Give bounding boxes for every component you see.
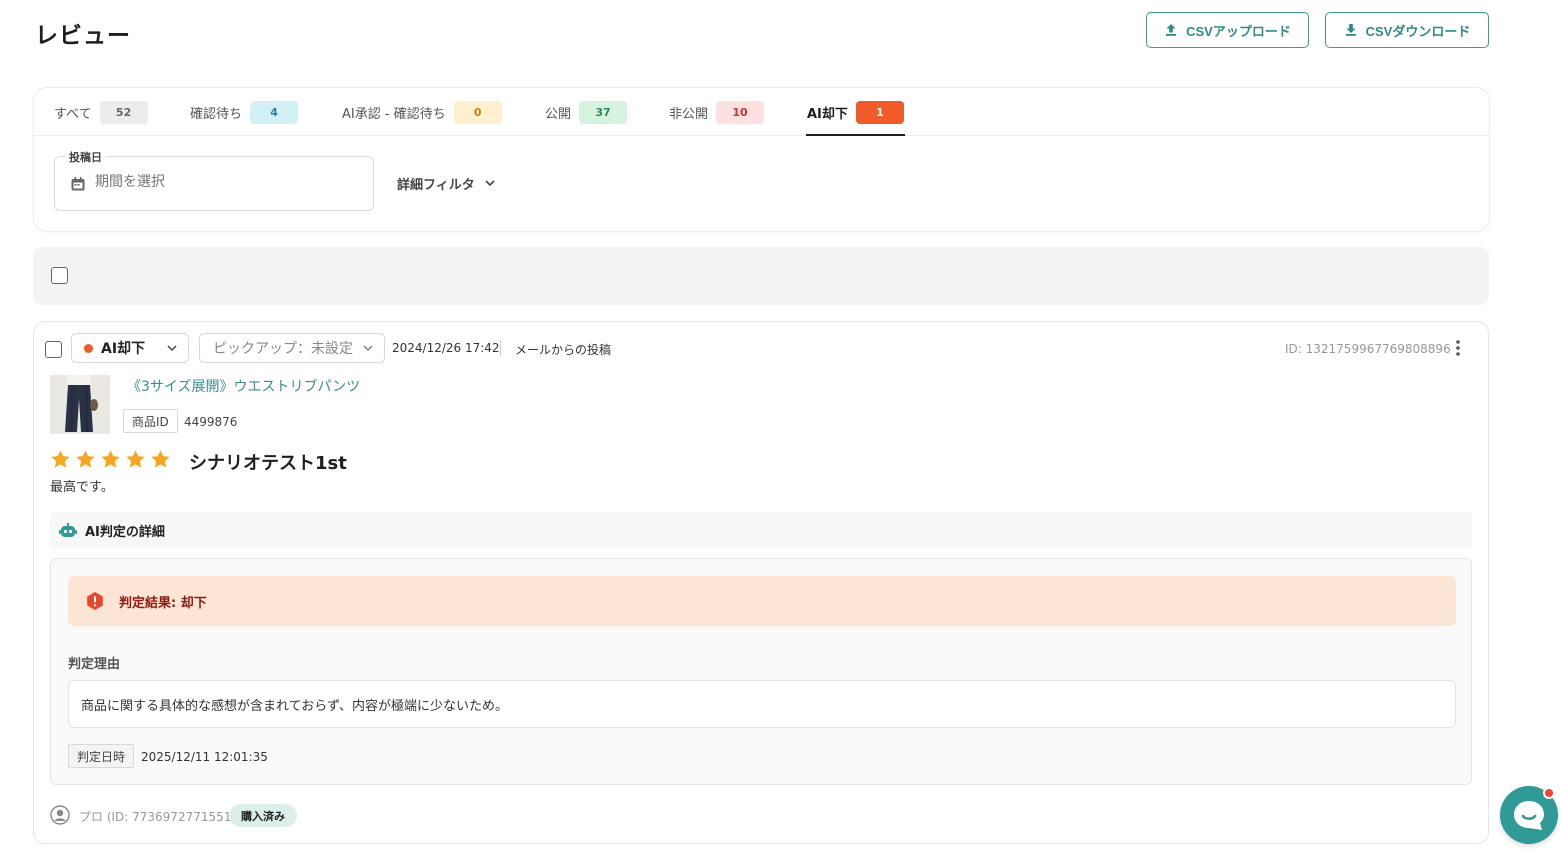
- star-icon: [51, 450, 70, 468]
- review-source: メールからの投稿: [515, 343, 612, 357]
- review-datetime: 2024/12/26 17:42: [392, 341, 500, 355]
- ai-judgement-title: AI判定の詳細: [85, 525, 165, 540]
- product-id-label: 商品ID: [123, 409, 178, 433]
- tab-label: AI却下: [807, 107, 848, 122]
- star-icon: [76, 450, 95, 468]
- chevron-down-icon: [363, 345, 373, 352]
- advanced-filter-toggle[interactable]: 詳細フィルタ: [397, 174, 495, 193]
- advanced-filter-label: 詳細フィルタ: [397, 178, 475, 193]
- product-image: [50, 375, 110, 434]
- star-rating: [50, 449, 171, 470]
- csv-download-label: CSVダウンロード: [1365, 23, 1471, 39]
- status-dropdown[interactable]: AI却下: [71, 333, 189, 363]
- judged-at-label: 判定日時: [68, 744, 135, 768]
- csv-upload-button[interactable]: CSVアップロード: [1146, 12, 1309, 48]
- more-options-icon[interactable]: [1453, 338, 1463, 358]
- verdict-banner: 判定結果: 却下: [68, 576, 1456, 626]
- user-avatar-icon: [50, 805, 70, 825]
- star-icon: [101, 450, 120, 468]
- tab-public[interactable]: 公開 37: [545, 100, 628, 125]
- reason-box: 商品に関する具体的な感想が含まれておらず、内容が極端に少ないため。: [68, 680, 1456, 728]
- review-title: シナリオテスト1st: [189, 453, 347, 474]
- tab-count-badge: 0: [453, 101, 502, 124]
- tab-count-badge: 52: [99, 101, 148, 124]
- download-icon: [1345, 24, 1356, 36]
- filter-card: すべて 52 確認待ち 4 AI承認 - 確認待ち 0 公開 37 非公開 10…: [33, 87, 1490, 232]
- select-all-checkbox[interactable]: [51, 267, 68, 284]
- reason-label: 判定理由: [68, 657, 121, 672]
- star-icon: [126, 450, 145, 468]
- tab-label: 非公開: [669, 107, 709, 122]
- chevron-down-icon: [167, 345, 177, 352]
- review-author: プロ (ID: 7736972771551): [79, 810, 237, 824]
- verdict-text: 判定結果: 却下: [119, 595, 207, 611]
- tab-label: AI承認 - 確認待ち: [342, 107, 446, 122]
- date-range-input[interactable]: [95, 174, 355, 190]
- tab-count-badge: 10: [716, 101, 765, 124]
- purchased-badge: 購入済み: [229, 804, 297, 827]
- csv-download-button[interactable]: CSVダウンロード: [1325, 12, 1489, 48]
- active-tab-indicator: [806, 134, 905, 136]
- csv-upload-label: CSVアップロード: [1186, 23, 1291, 39]
- judged-at-value: 2025/12/11 12:01:35: [141, 750, 268, 764]
- meta-divider: [500, 340, 501, 356]
- pickup-dropdown[interactable]: ピックアップ：未設定: [199, 333, 385, 363]
- pickup-dropdown-value: ピックアップ：未設定: [213, 341, 353, 357]
- product-thumbnail[interactable]: [50, 375, 110, 434]
- ai-judgement-header: AI判定の詳細: [50, 512, 1472, 549]
- date-range-field[interactable]: 投稿日: [54, 149, 374, 211]
- review-id: ID: 1321759967769808896: [1285, 342, 1451, 356]
- product-name-link[interactable]: 《3サイズ展開》ウエストリブパンツ: [127, 376, 360, 396]
- tab-label: すべて: [54, 107, 92, 122]
- status-dot: [84, 343, 93, 353]
- review-card: AI却下 ピックアップ：未設定 2024/12/26 17:42 メールからの投…: [33, 321, 1489, 844]
- tab-ai-rejected[interactable]: AI却下 1: [807, 100, 904, 125]
- reason-text: 商品に関する具体的な感想が含まれておらず、内容が極端に少ないため。: [81, 698, 509, 714]
- review-body: 最高です。: [50, 480, 114, 495]
- tab-count-badge: 4: [250, 101, 299, 124]
- tab-all[interactable]: すべて 52: [54, 100, 148, 125]
- product-id-value: 4499876: [184, 415, 238, 429]
- alert-icon: [87, 592, 103, 610]
- robot-icon: [59, 522, 77, 537]
- tab-label: 確認待ち: [190, 107, 243, 122]
- ai-judgement-panel: 判定結果: 却下 判定理由 商品に関する具体的な感想が含まれておらず、内容が極端…: [50, 558, 1472, 785]
- review-select-checkbox[interactable]: [45, 341, 62, 358]
- page-title: レビュー: [35, 23, 131, 49]
- tab-pending[interactable]: 確認待ち 4: [190, 100, 299, 125]
- bulk-select-bar: [33, 247, 1489, 305]
- tab-private[interactable]: 非公開 10: [669, 100, 765, 125]
- date-field-label: 投稿日: [65, 149, 106, 165]
- chevron-down-icon: [485, 180, 495, 187]
- status-tabs: すべて 52 確認待ち 4 AI承認 - 確認待ち 0 公開 37 非公開 10…: [34, 88, 1489, 136]
- chat-notification-dot: [1543, 787, 1555, 799]
- tab-ai-approved-pending[interactable]: AI承認 - 確認待ち 0: [342, 100, 502, 125]
- tab-count-badge: 37: [579, 101, 628, 124]
- calendar-icon: [71, 177, 85, 191]
- star-icon: [151, 450, 170, 468]
- tab-count-badge: 1: [855, 101, 904, 124]
- upload-icon: [1166, 24, 1177, 36]
- status-dropdown-value: AI却下: [101, 341, 146, 357]
- tab-label: 公開: [545, 107, 572, 122]
